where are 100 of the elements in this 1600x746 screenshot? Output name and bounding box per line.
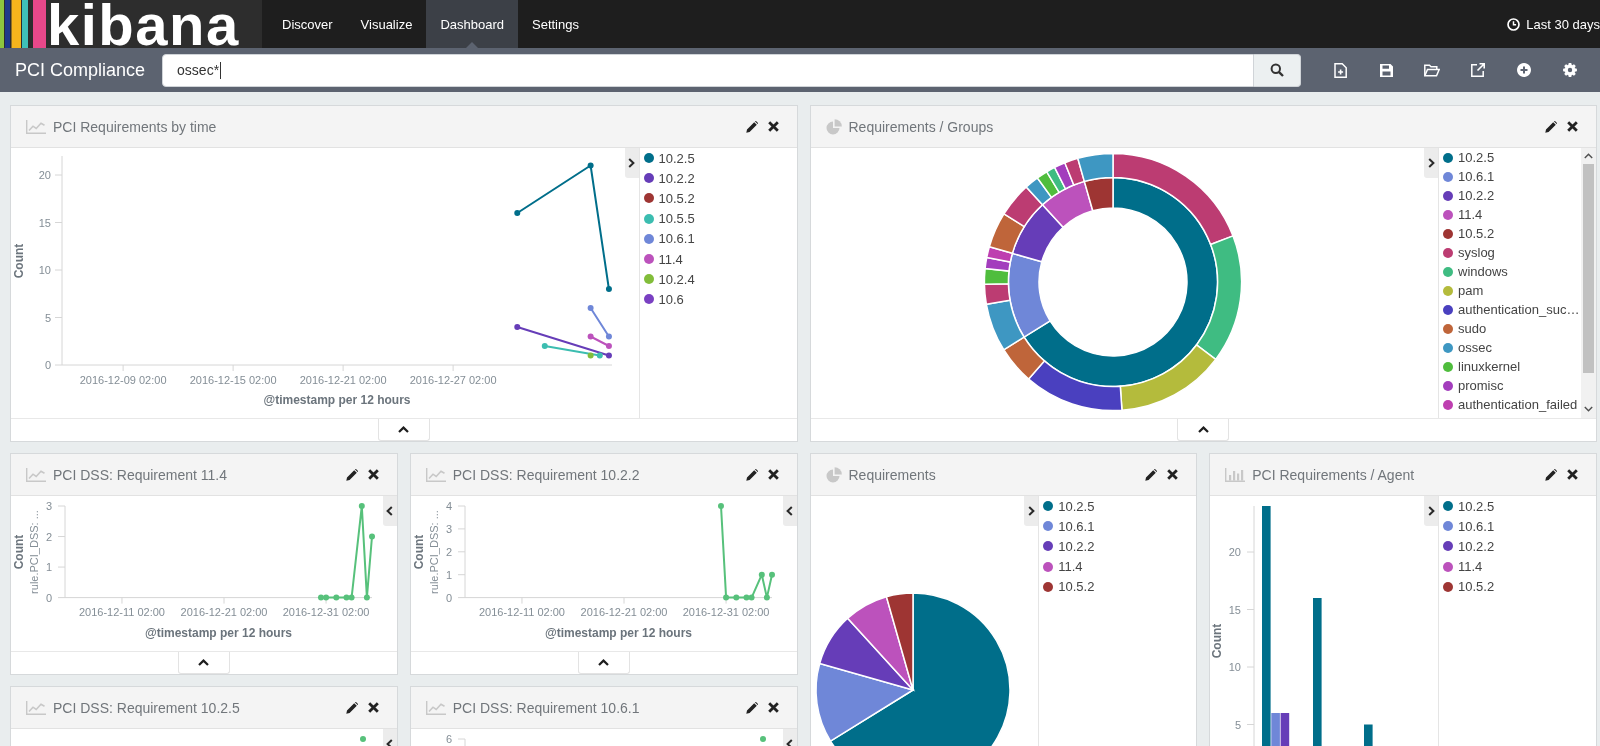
scrollbar-thumb[interactable] <box>1583 164 1594 373</box>
axis-tick-label: 1 <box>45 561 52 574</box>
legend-label[interactable]: ossec <box>1458 340 1492 355</box>
logo-text: kibana <box>47 0 240 48</box>
legend-label[interactable]: sudo <box>1458 321 1487 336</box>
panel-title: PCI DSS: Requirement 10.2.2 <box>452 466 641 483</box>
legend-label[interactable]: 11.4 <box>1458 559 1483 575</box>
legend-label[interactable]: 10.5.5 <box>658 211 695 227</box>
details-toggle-button[interactable] <box>177 652 230 674</box>
close-icon[interactable] <box>367 702 379 713</box>
pencil-icon[interactable] <box>1145 468 1158 481</box>
legend-label[interactable]: windows <box>1458 264 1508 279</box>
close-icon[interactable] <box>767 469 779 480</box>
panel-title: Requirements / Groups <box>848 118 995 135</box>
data-point <box>768 571 775 578</box>
close-icon[interactable] <box>1567 469 1578 480</box>
clock-icon[interactable] <box>1507 17 1521 31</box>
legend-label[interactable]: syslog <box>1458 245 1495 260</box>
axis-tick-label: 6 <box>445 733 452 745</box>
pencil-icon[interactable] <box>745 120 758 133</box>
axis-tick-label: 2016-12-11 02:00 <box>78 606 165 618</box>
scroll-down-icon[interactable] <box>1584 406 1593 412</box>
legend-label[interactable]: 10.5.2 <box>1458 226 1495 241</box>
legend-label[interactable]: 10.6.1 <box>1058 518 1095 534</box>
axis-subtitle: rule.PCI_DSS: ... <box>28 510 40 594</box>
search-field[interactable]: ossec* <box>162 53 1254 87</box>
legend-label[interactable]: 10.2.5 <box>1058 498 1095 514</box>
panel-title: PCI Requirements / Agent <box>1252 466 1416 483</box>
pencil-icon[interactable] <box>1545 468 1557 481</box>
close-icon[interactable] <box>1167 469 1179 480</box>
nav-tab[interactable]: Settings <box>518 0 593 48</box>
data-point <box>514 324 521 330</box>
axis-tick-label: 3 <box>45 500 52 512</box>
legend-label[interactable]: 10.2.2 <box>1458 538 1495 554</box>
legend-toggle-button[interactable] <box>782 496 797 526</box>
data-point <box>587 305 594 311</box>
legend-label[interactable]: 11.4 <box>1458 207 1483 222</box>
legend-label[interactable]: authentication_suc… <box>1458 302 1580 317</box>
legend-label[interactable]: 10.6.1 <box>658 231 695 247</box>
nav-tab[interactable]: Discover <box>268 0 347 48</box>
axis-title: @timestamp per 12 hours <box>544 626 692 640</box>
data-point <box>722 594 729 601</box>
file-plus-icon[interactable] <box>1333 62 1347 78</box>
external-link-icon[interactable] <box>1471 63 1485 77</box>
legend-toggle-button[interactable] <box>1024 496 1039 526</box>
time-range-link[interactable]: Last 30 days <box>1526 16 1600 32</box>
legend-label[interactable]: 10.2.2 <box>658 170 695 186</box>
legend-label[interactable]: 10.6.1 <box>1458 169 1495 184</box>
scrollbar[interactable] <box>1581 148 1596 418</box>
legend-label[interactable]: 10.5.2 <box>1458 579 1495 595</box>
details-toggle-button[interactable] <box>1177 419 1230 441</box>
details-toggle-button[interactable] <box>577 652 630 674</box>
axis-tick-label: 20 <box>1229 546 1242 558</box>
legend-label[interactable]: 10.2.2 <box>1058 538 1095 554</box>
legend-label[interactable]: authentication_failed <box>1458 397 1578 412</box>
pencil-icon[interactable] <box>745 468 758 481</box>
pencil-icon[interactable] <box>745 701 758 714</box>
nav-tab[interactable]: Visualize <box>346 0 427 48</box>
pencil-icon[interactable] <box>1545 120 1557 133</box>
legend-label[interactable]: linuxkernel <box>1458 359 1521 374</box>
panel-title: PCI DSS: Requirement 11.4 <box>53 466 229 483</box>
details-toggle-button[interactable] <box>377 419 430 441</box>
legend-label[interactable]: 10.2.2 <box>1458 188 1495 203</box>
legend-toggle-button[interactable] <box>382 496 397 526</box>
close-icon[interactable] <box>367 469 379 480</box>
legend-label[interactable]: 11.4 <box>1058 559 1083 575</box>
data-point <box>587 352 594 359</box>
data-point <box>758 571 765 578</box>
settings-icon[interactable] <box>1563 63 1577 77</box>
legend-label[interactable]: 10.2.4 <box>658 271 695 287</box>
close-icon[interactable] <box>1567 121 1578 132</box>
data-point <box>596 352 603 359</box>
legend-label[interactable]: 10.6.1 <box>1458 518 1495 534</box>
legend-label[interactable]: pam <box>1458 283 1484 298</box>
axis-tick-label: 2016-12-21 02:00 <box>299 374 387 386</box>
close-icon[interactable] <box>767 702 779 713</box>
close-icon[interactable] <box>767 121 779 132</box>
legend-label[interactable]: 10.5.2 <box>658 190 695 206</box>
search-button[interactable] <box>1254 53 1301 87</box>
legend-label[interactable]: promisc <box>1458 378 1504 393</box>
nav-tab[interactable]: Dashboard <box>426 0 518 48</box>
line-chart-icon <box>26 467 46 482</box>
legend-toggle-button[interactable] <box>1424 496 1438 526</box>
pencil-icon[interactable] <box>345 468 358 481</box>
legend-label[interactable]: 10.2.5 <box>1458 498 1495 514</box>
legend-label[interactable]: 11.4 <box>658 251 683 267</box>
scroll-up-icon[interactable] <box>1584 153 1593 159</box>
line-chart-icon <box>425 700 446 715</box>
axis-title: Count <box>12 534 26 570</box>
legend-label[interactable]: 10.5.2 <box>1058 579 1095 595</box>
pencil-icon[interactable] <box>345 701 358 714</box>
axis-tick-label: 3 <box>445 522 452 535</box>
chevron-right-icon <box>1427 158 1435 168</box>
legend-toggle-button[interactable] <box>1424 148 1438 178</box>
legend-label[interactable]: 10.2.5 <box>1458 150 1495 165</box>
folder-icon[interactable] <box>1424 63 1440 77</box>
legend-label[interactable]: 10.2.5 <box>658 150 695 166</box>
axis-tick-label: 1 <box>445 568 452 581</box>
legend-label[interactable]: 10.6 <box>658 291 684 307</box>
legend-toggle-button[interactable] <box>624 148 639 178</box>
